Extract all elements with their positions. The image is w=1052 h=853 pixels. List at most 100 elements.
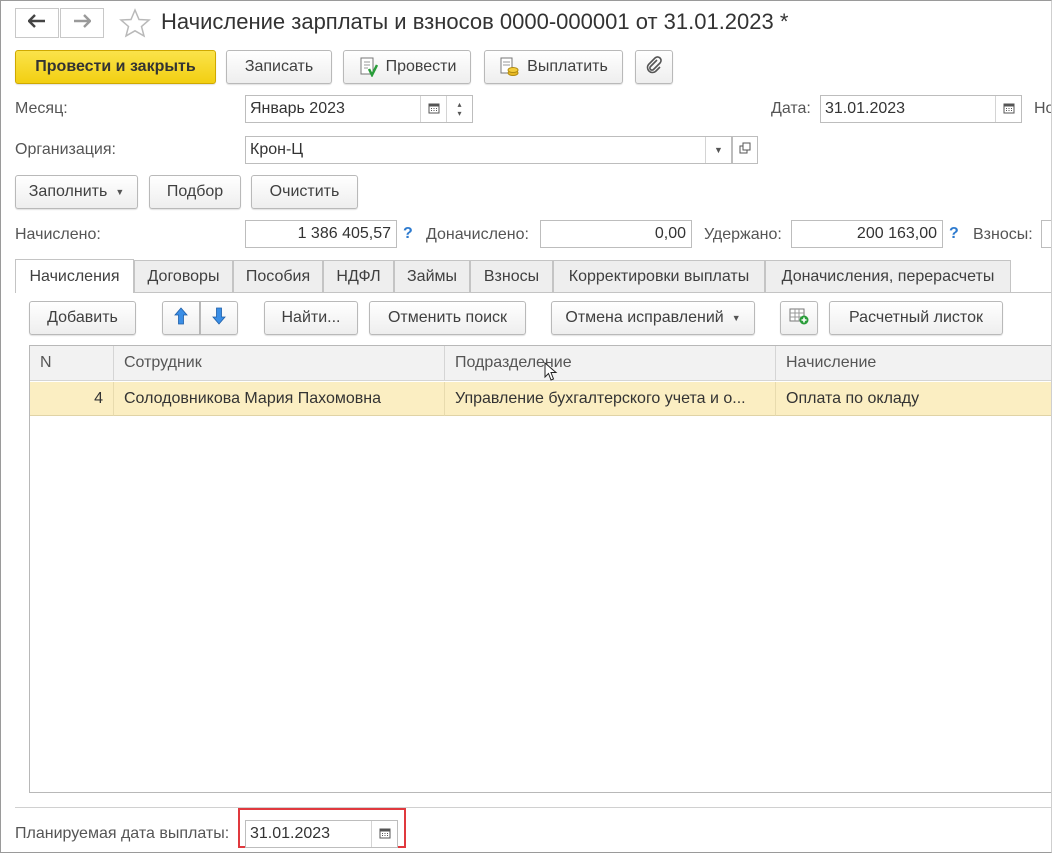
tab-label: Доначисления, перерасчеты [781,267,995,285]
column-header-employee[interactable]: Сотрудник [114,346,445,381]
calendar-icon [1003,102,1015,117]
date-field[interactable]: 31.01.2023 [820,95,1022,123]
select-button[interactable]: Подбор [149,175,241,209]
number-label: Но [1034,100,1051,117]
clear-label: Очистить [269,183,340,200]
month-value: Январь 2023 [250,100,345,117]
tab-label: НДФЛ [336,267,381,285]
chevron-down-icon: ▼ [115,187,125,197]
planned-date-label: Планируемая дата выплаты: [15,825,230,842]
planned-date-value: 31.01.2023 [250,825,331,842]
organization-dropdown-button[interactable]: ▼ [705,137,731,163]
post-button[interactable]: Провести [343,50,471,84]
accrued-label: Начислено: [15,226,101,243]
arrow-up-icon [174,306,188,330]
add-table-button[interactable] [780,301,818,335]
chevron-up-icon: ▴ [457,100,462,109]
arrow-right-icon [73,13,92,33]
column-header-accrual[interactable]: Начисление [776,346,1051,381]
tab-payment-corrections[interactable]: Корректировки выплаты [553,260,765,292]
save-label: Записать [244,58,314,75]
planned-date-field[interactable]: 31.01.2023 [245,820,398,848]
find-button[interactable]: Найти... [264,301,358,335]
cell-accrual[interactable]: Оплата по окладу [776,382,1051,416]
attach-button[interactable] [635,50,673,84]
tab-loans[interactable]: Займы [394,260,470,292]
add-button[interactable]: Добавить [29,301,136,335]
accrued-help-icon[interactable]: ? [403,225,413,243]
move-up-button[interactable] [162,301,200,335]
organization-value: Крон-Ц [250,141,304,158]
tab-label: Начисления [29,267,120,285]
month-field[interactable]: Январь 2023 ▴ ▾ [245,95,473,123]
pay-label: Выплатить [527,58,608,75]
cell-department[interactable]: Управление бухгалтерского учета и о... [445,382,776,416]
withheld-help-icon[interactable]: ? [949,225,959,243]
withheld-label: Удержано: [704,226,782,243]
withheld-field[interactable]: 200 163,00 [791,220,943,248]
column-header-n[interactable]: N [30,346,114,381]
page-title: Начисление зарплаты и взносов 0000-00000… [161,9,789,34]
find-label: Найти... [281,309,341,326]
post-and-close-button[interactable]: Провести и закрыть [15,50,216,84]
pay-button[interactable]: Выплатить [484,50,623,84]
date-calendar-button[interactable] [995,96,1021,122]
organization-field[interactable]: Крон-Ц ▼ [245,136,732,164]
tab-label: Взносы [483,267,540,285]
tab-contracts[interactable]: Договоры [134,260,233,292]
back-button[interactable] [15,8,59,38]
open-window-icon [739,141,751,159]
select-label: Подбор [166,183,224,200]
clear-button[interactable]: Очистить [251,175,358,209]
calendar-icon [379,827,391,842]
date-value: 31.01.2023 [825,100,906,117]
column-header-department[interactable]: Подразделение [445,346,776,381]
footer-divider [15,807,1051,808]
calendar-icon [428,102,440,117]
add-label: Добавить [47,309,118,326]
favorite-star-icon[interactable] [119,8,151,43]
month-label: Месяц: [15,100,68,117]
save-button[interactable]: Записать [226,50,332,84]
post-and-close-label: Провести и закрыть [35,58,196,75]
month-stepper[interactable]: ▴ ▾ [446,96,472,122]
cancel-search-label: Отменить поиск [387,309,508,326]
arrow-left-icon [27,13,46,33]
accrued-field[interactable]: 1 386 405,57 [245,220,397,248]
cell-n[interactable]: 4 [30,382,114,416]
cancel-corrections-button[interactable]: Отмена исправлений ▼ [551,301,755,335]
payslip-button[interactable]: Расчетный листок [829,301,1003,335]
move-down-button[interactable] [200,301,238,335]
tab-label: Займы [407,267,457,285]
table-add-icon [789,307,809,330]
mouse-cursor-icon [544,361,558,387]
chevron-down-icon: ▾ [457,109,462,118]
contributions-field[interactable] [1041,220,1051,248]
date-label: Дата: [771,100,811,117]
fill-button[interactable]: Заполнить ▼ [15,175,138,209]
tab-label: Договоры [147,267,220,285]
additional-field[interactable]: 0,00 [540,220,692,248]
accruals-table[interactable]: N Сотрудник Подразделение Начисление 4 С… [29,345,1051,793]
tab-additional-recalc[interactable]: Доначисления, перерасчеты [765,260,1011,292]
pay-coins-icon [499,57,519,77]
tab-divider [15,292,1051,293]
tab-benefits[interactable]: Пособия [233,260,323,292]
paperclip-icon [645,55,663,80]
arrow-down-icon [212,307,226,330]
tab-contributions[interactable]: Взносы [470,260,553,292]
chevron-down-icon: ▼ [731,313,741,323]
tab-ndfl[interactable]: НДФЛ [323,260,394,292]
post-label: Провести [385,58,457,75]
tab-label: Корректировки выплаты [568,267,750,285]
organization-label: Организация: [15,141,116,158]
organization-open-button[interactable] [732,136,758,164]
planned-date-calendar-button[interactable] [371,821,397,847]
forward-button[interactable] [60,8,104,38]
month-calendar-button[interactable] [420,96,446,122]
cancel-corrections-label: Отмена исправлений [565,309,724,326]
tab-accruals[interactable]: Начисления [15,259,134,293]
cancel-search-button[interactable]: Отменить поиск [369,301,526,335]
cell-employee[interactable]: Солодовникова Мария Пахомовна [114,382,445,416]
post-document-icon [358,57,378,77]
